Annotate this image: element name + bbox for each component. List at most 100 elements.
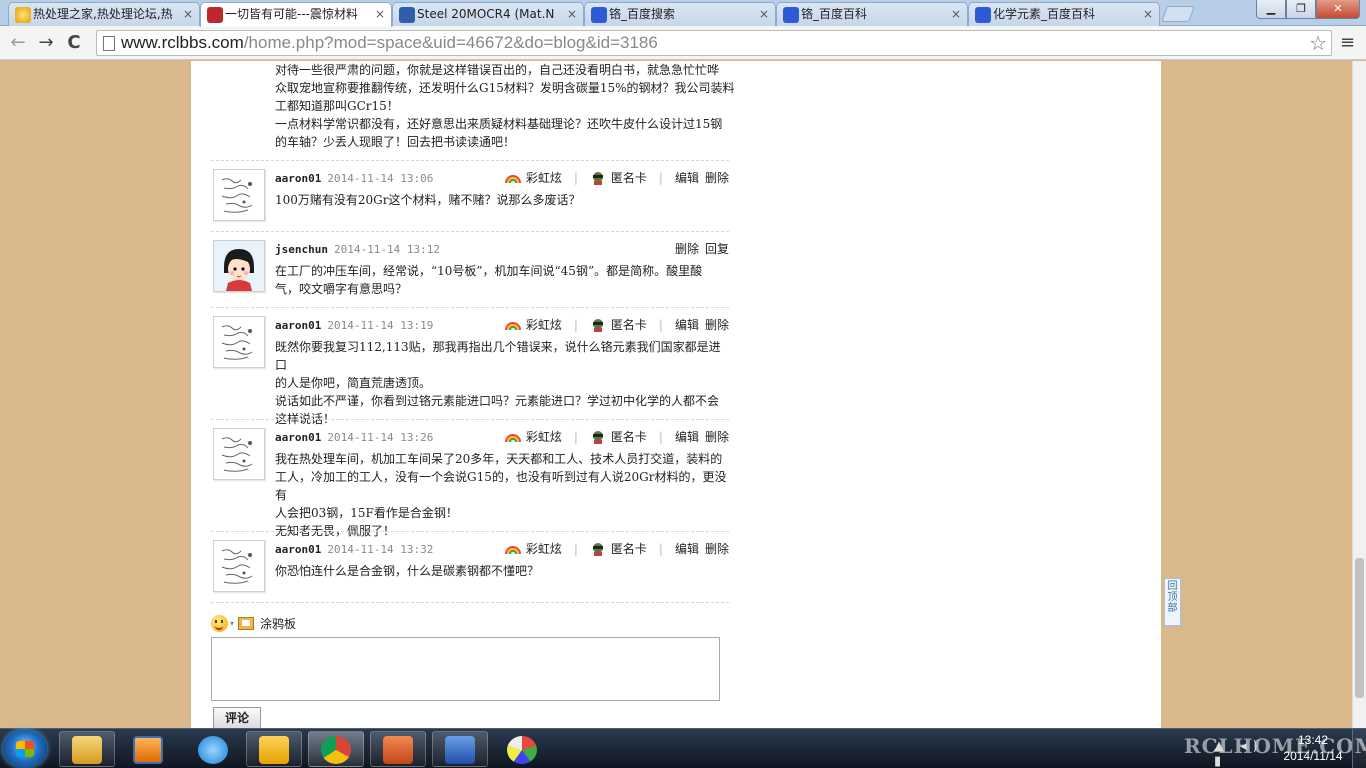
- edit-link[interactable]: 编辑: [675, 540, 699, 558]
- delete-link[interactable]: 删除: [705, 169, 729, 187]
- tab-baidu-baike-ge[interactable]: 铬_百度百科 ×: [776, 2, 968, 26]
- address-bar[interactable]: www.rclbbs.com/home.php?mod=space&uid=46…: [96, 30, 1332, 56]
- matweb-icon: [399, 7, 415, 23]
- delete-link[interactable]: 删除: [675, 240, 699, 258]
- comment-textarea[interactable]: [211, 637, 720, 701]
- rainbow-card-button[interactable]: 彩虹炫: [504, 540, 562, 558]
- delete-link[interactable]: 删除: [705, 316, 729, 334]
- delete-link[interactable]: 删除: [705, 428, 729, 446]
- close-window-button[interactable]: ✕: [1316, 0, 1360, 19]
- start-button[interactable]: [3, 730, 47, 768]
- sketch-avatar-icon: [221, 325, 253, 360]
- separator: |: [658, 171, 663, 185]
- taskbar-outlook[interactable]: [246, 731, 302, 767]
- anonymous-card-button[interactable]: 匿名卡: [590, 316, 647, 334]
- anonymous-label: 匿名卡: [610, 318, 647, 332]
- smiley-icon[interactable]: [211, 614, 228, 632]
- doodle-board-icon[interactable]: [238, 616, 255, 630]
- avatar-cartoon-girl[interactable]: [213, 240, 265, 292]
- taskbar-ie[interactable]: [185, 731, 241, 767]
- submit-comment-button[interactable]: 评论: [213, 707, 261, 728]
- show-desktop-button[interactable]: [1352, 729, 1366, 768]
- text-line: 众取宠地宣称要推翻传统，还发明什么G15材料？发明含碳量15%的钢材？我公司装料: [275, 81, 735, 95]
- forward-button[interactable]: →: [34, 31, 58, 55]
- comment-author[interactable]: aaron01: [275, 172, 321, 185]
- clock-date: 2014/11/14: [1283, 749, 1343, 763]
- comment-body: 100万赌有没有20Gr这个材料，赌不赌？说那么多废话？: [275, 191, 730, 209]
- text-line: 的人是你吧，简直荒唐透顶。: [275, 376, 432, 390]
- rainbow-label: 彩虹炫: [525, 542, 562, 556]
- text-line: 说话如此不严谨，你看到过铬元素能进口吗？元素能进口？学过初中化学的人都不会: [275, 394, 720, 408]
- vertical-scrollbar[interactable]: [1352, 61, 1366, 728]
- comment-item: jsenchun 2014-11-14 13:12 删除 回复 在工厂的冲压车间，…: [211, 231, 729, 307]
- comment-header: jsenchun 2014-11-14 13:12 删除 回复: [275, 240, 729, 258]
- text-line: 对待一些很严肃的问题，你就是这样错误百出的，自己还没看明白书，就急急忙忙哗: [275, 63, 720, 77]
- taskbar-word[interactable]: [432, 731, 488, 767]
- taskbar-chrome[interactable]: [308, 731, 364, 767]
- comment-author[interactable]: aaron01: [275, 319, 321, 332]
- chrome-menu-icon[interactable]: ≡: [1340, 32, 1355, 54]
- edit-link[interactable]: 编辑: [675, 316, 699, 334]
- back-button[interactable]: ←: [6, 31, 30, 55]
- avatar-sketch[interactable]: [213, 169, 265, 221]
- back-to-top-button[interactable]: 回顶部: [1164, 578, 1181, 626]
- cartoon-girl-icon: [214, 241, 264, 291]
- avatar-sketch[interactable]: [213, 316, 265, 368]
- rainbow-card-button[interactable]: 彩虹炫: [504, 169, 562, 187]
- anonymous-card-button[interactable]: 匿名卡: [590, 428, 647, 446]
- taskbar-media-player[interactable]: [120, 731, 176, 767]
- close-tab-icon[interactable]: ×: [1143, 3, 1153, 25]
- avatar-sketch[interactable]: [213, 428, 265, 480]
- reload-button[interactable]: C: [62, 31, 86, 55]
- reply-link[interactable]: 回复: [705, 240, 729, 258]
- anonymous-card-button[interactable]: 匿名卡: [590, 540, 647, 558]
- maximize-button[interactable]: ❐: [1286, 0, 1316, 19]
- rainbow-card-button[interactable]: 彩虹炫: [504, 428, 562, 446]
- taskbar-powerpoint[interactable]: [370, 731, 426, 767]
- text-line: 人会把03钢，15F看作是合金钢！: [275, 506, 458, 520]
- doodle-board-link[interactable]: 涂鸦板: [260, 615, 296, 632]
- comment-author[interactable]: aaron01: [275, 543, 321, 556]
- tab-title: 铬_百度百科: [801, 7, 868, 21]
- tab-current-blog[interactable]: 一切皆有可能---震惊材料 ×: [200, 2, 392, 27]
- separator: |: [573, 318, 578, 332]
- sketch-avatar-icon: [221, 549, 253, 584]
- close-tab-icon[interactable]: ×: [759, 3, 769, 25]
- chevron-down-icon[interactable]: ▾: [230, 619, 234, 628]
- tab-title: 铬_百度搜索: [609, 7, 676, 21]
- tab-rclbbs-home[interactable]: 热处理之家,热处理论坛,热 ×: [8, 2, 200, 26]
- comment-time: 2014-11-14 13:19: [327, 319, 434, 332]
- system-tray-icons[interactable]: ▲ ◂) ▮: [1214, 739, 1264, 768]
- comment-author[interactable]: aaron01: [275, 431, 321, 444]
- close-tab-icon[interactable]: ×: [183, 3, 193, 25]
- tab-matweb[interactable]: Steel 20MOCR4 (Mat.N ×: [392, 2, 584, 26]
- close-tab-icon[interactable]: ×: [567, 3, 577, 25]
- taskbar-clock[interactable]: 13:42 2014/11/14: [1282, 732, 1344, 764]
- text-line: 工都知道那叫GCr15！: [275, 99, 399, 113]
- rainbow-card-button[interactable]: 彩虹炫: [504, 316, 562, 334]
- scrollbar-thumb[interactable]: [1355, 558, 1364, 698]
- comment-actions: 彩虹炫 | 匿名卡 | 编辑 删除: [504, 169, 729, 187]
- tab-baidu-search[interactable]: 铬_百度搜索 ×: [584, 2, 776, 26]
- minimize-button[interactable]: ▁: [1256, 0, 1286, 19]
- anonymous-card-button[interactable]: 匿名卡: [590, 169, 647, 187]
- delete-link[interactable]: 删除: [705, 540, 729, 558]
- anonymous-mask-icon: [590, 318, 606, 332]
- comment-author[interactable]: jsenchun: [275, 243, 328, 256]
- bookmark-star-icon[interactable]: ☆: [1309, 31, 1327, 55]
- close-tab-icon[interactable]: ×: [951, 3, 961, 25]
- blog-page: 对待一些很严肃的问题，你就是这样错误百出的，自己还没看明白书，就急急忙忙哗 众取…: [191, 61, 1161, 728]
- new-tab-button[interactable]: [1161, 6, 1195, 22]
- tab-baidu-baike-elements[interactable]: 化学元素_百度百科 ×: [968, 2, 1160, 26]
- edit-link[interactable]: 编辑: [675, 428, 699, 446]
- sketch-avatar-icon: [221, 178, 253, 213]
- text-line: 一点材料学常识都没有，还好意思出来质疑材料基础理论？还吹牛皮什么设计过15钢: [275, 117, 723, 131]
- comment-body: 我在热处理车间，机加工车间呆了20多年，天天都和工人、技术人员打交道，装料的 工…: [275, 450, 730, 540]
- avatar-sketch[interactable]: [213, 540, 265, 592]
- edit-link[interactable]: 编辑: [675, 169, 699, 187]
- taskbar-paint[interactable]: [494, 731, 550, 767]
- taskbar-explorer[interactable]: [59, 731, 115, 767]
- internet-explorer-icon: [198, 736, 228, 764]
- windows-taskbar: RCLHOME.COM ▲ ◂) ▮ 13:42 2014/11/14: [0, 728, 1366, 768]
- close-tab-icon[interactable]: ×: [375, 3, 385, 25]
